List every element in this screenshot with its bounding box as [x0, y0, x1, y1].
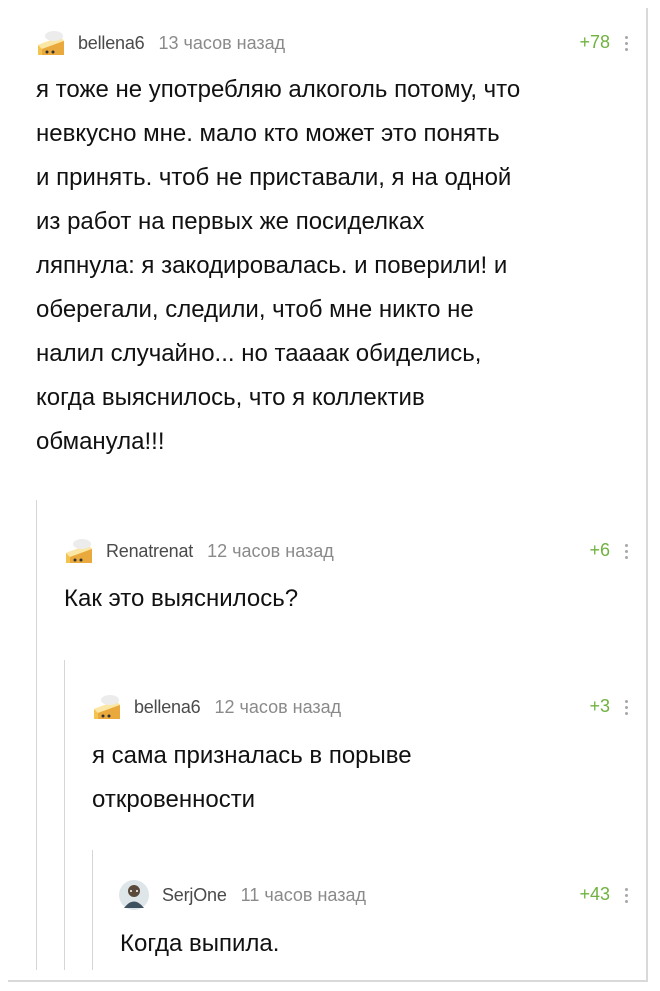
cake-slice-icon[interactable]	[62, 535, 94, 567]
more-options-icon[interactable]	[624, 36, 628, 54]
comment-header: SerjOne 11 часов назад	[118, 878, 366, 912]
timestamp[interactable]: 12 часов назад	[207, 541, 334, 562]
timestamp[interactable]: 11 часов назад	[241, 885, 366, 906]
timestamp[interactable]: 12 часов назад	[214, 697, 341, 718]
rating[interactable]: +78	[579, 32, 610, 53]
comment-text: Как это выяснилось?	[64, 585, 299, 612]
user-photo-icon[interactable]	[118, 879, 150, 911]
rating[interactable]: +6	[589, 540, 610, 561]
rating[interactable]: +43	[579, 884, 610, 905]
comment-text: я тоже не употребляю алкоголь потому, чт…	[36, 76, 521, 455]
more-options-icon[interactable]	[624, 700, 628, 718]
username[interactable]: SerjOne	[162, 885, 227, 906]
timestamp[interactable]: 13 часов назад	[158, 33, 285, 54]
comment-text: я сама призналась в порыве откровенности	[92, 742, 412, 813]
more-options-icon[interactable]	[624, 888, 628, 906]
username[interactable]: bellena6	[134, 697, 201, 718]
more-options-icon[interactable]	[624, 544, 628, 562]
cake-slice-icon[interactable]	[34, 27, 66, 59]
username[interactable]: Renatrenat	[106, 541, 193, 562]
cake-slice-icon[interactable]	[90, 691, 122, 723]
rating[interactable]: +3	[589, 696, 610, 717]
thread-line-level-3[interactable]	[92, 850, 93, 970]
comment-header: bellena6 13 часов назад	[34, 26, 285, 60]
username[interactable]: bellena6	[78, 33, 145, 54]
thread-line-level-2[interactable]	[64, 660, 65, 970]
comment-text: Когда выпила.	[120, 930, 280, 957]
comment-header: Renatrenat 12 часов назад	[62, 534, 334, 568]
thread-line-level-1[interactable]	[36, 500, 37, 970]
comment-header: bellena6 12 часов назад	[90, 690, 341, 724]
